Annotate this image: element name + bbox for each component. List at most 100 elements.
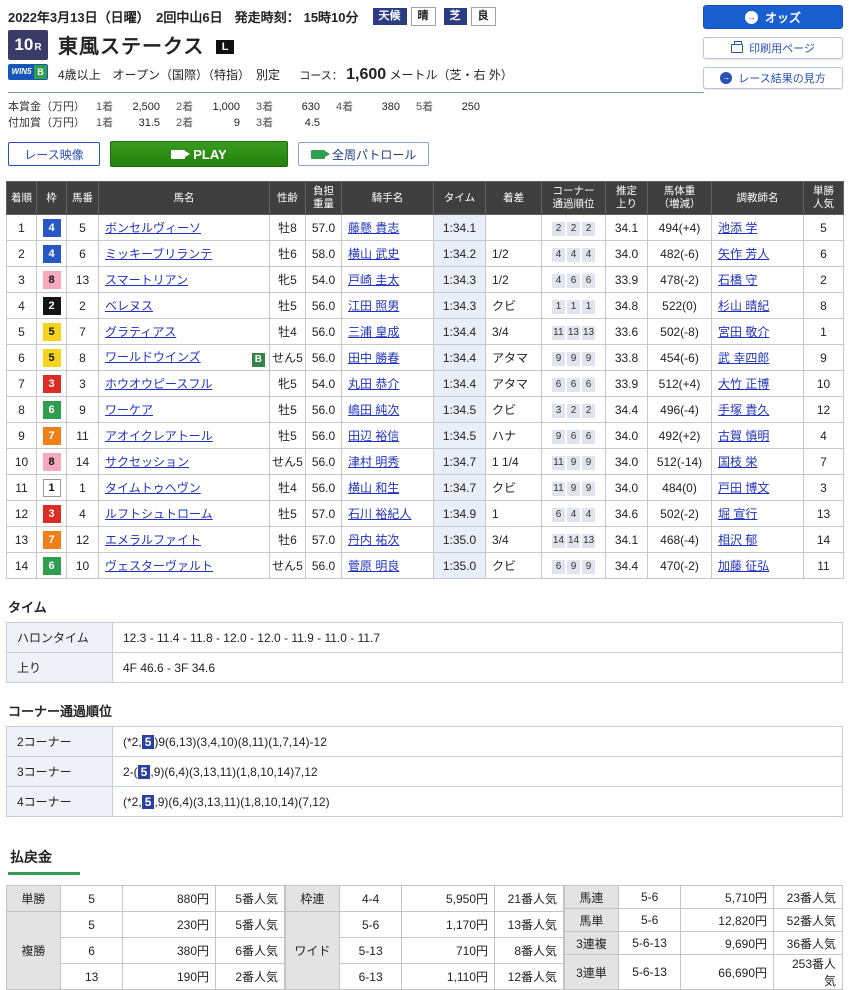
sex-age: 牝5 bbox=[269, 370, 306, 397]
corner-position-chip: 6 bbox=[567, 273, 580, 288]
bracket-cell: 7 bbox=[36, 422, 67, 449]
prize-amount: 4.5 bbox=[304, 117, 320, 129]
last-3f: 34.1 bbox=[605, 526, 648, 553]
horse-number: 8 bbox=[66, 344, 99, 371]
jockey-cell: 田辺 裕信 bbox=[341, 422, 434, 449]
payout-row: 複勝 5 230円 5番人気 bbox=[6, 911, 285, 990]
payout-popularity: 253番人気 bbox=[773, 954, 843, 990]
payout-combination: 5-6-13 bbox=[617, 954, 682, 990]
corner-positions: 666 bbox=[541, 370, 606, 397]
trainer-link[interactable]: 戸田 博文 bbox=[718, 481, 769, 495]
margin: クビ bbox=[485, 292, 542, 319]
trainer-link[interactable]: 国枝 栄 bbox=[718, 455, 757, 469]
trainer-link[interactable]: 大竹 正博 bbox=[718, 377, 769, 391]
column-header-text: 人気 bbox=[813, 198, 834, 210]
jockey-link[interactable]: 田辺 裕信 bbox=[348, 429, 399, 443]
payout-combination: 5-6 bbox=[617, 908, 682, 932]
horse-name-link[interactable]: ワーケア bbox=[105, 403, 153, 417]
column-header-text: 騎手名 bbox=[371, 191, 404, 204]
jockey-link[interactable]: 横山 和生 bbox=[348, 481, 399, 495]
horse-name-link[interactable]: タイムトゥヘヴン bbox=[105, 481, 201, 495]
trainer-link[interactable]: 加藤 征弘 bbox=[718, 559, 769, 573]
result-guide-button[interactable]: → レース結果の見方 bbox=[703, 67, 843, 89]
play-button[interactable]: PLAY bbox=[110, 141, 288, 167]
corner-positions: 966 bbox=[541, 422, 606, 449]
jockey-link[interactable]: 嶋田 純次 bbox=[348, 403, 399, 417]
bracket-cell: 3 bbox=[36, 500, 67, 527]
trainer-link[interactable]: 手塚 貴久 bbox=[718, 403, 769, 417]
jockey-link[interactable]: 三浦 皇成 bbox=[348, 325, 399, 339]
bracket-badge: 2 bbox=[42, 296, 61, 315]
finish-time: 1:34.3 bbox=[433, 266, 486, 293]
trainer-link[interactable]: 池添 学 bbox=[718, 221, 757, 235]
horse-name-link[interactable]: ワールドウインズ bbox=[105, 350, 201, 364]
horse-number: 4 bbox=[66, 500, 99, 527]
jockey-link[interactable]: 石川 裕紀人 bbox=[348, 507, 411, 521]
prize-place-label: 3着 bbox=[256, 117, 274, 129]
column-header: 着順 bbox=[6, 181, 37, 215]
jockey-link[interactable]: 田中 勝春 bbox=[348, 351, 399, 365]
jockey-link[interactable]: 丹内 祐次 bbox=[348, 533, 399, 547]
horse-name-link[interactable]: グラティアス bbox=[105, 325, 176, 339]
prize-row-label: 付加賞（万円） bbox=[8, 117, 85, 129]
jockey-link[interactable]: 藤懸 貴志 bbox=[348, 221, 399, 235]
horse-name-link[interactable]: ミッキーブリランテ bbox=[105, 247, 212, 261]
jockey-link[interactable]: 江田 照男 bbox=[348, 299, 399, 313]
payout-amount: 5,710円 bbox=[680, 885, 775, 909]
jockey-link[interactable]: 丸田 恭介 bbox=[348, 377, 399, 391]
win-popularity: 1 bbox=[803, 318, 844, 345]
trainer-link[interactable]: 古賀 慎明 bbox=[718, 429, 769, 443]
win-popularity: 12 bbox=[803, 396, 844, 423]
last-3f: 33.9 bbox=[605, 266, 648, 293]
trainer-link[interactable]: 堀 宣行 bbox=[718, 507, 757, 521]
print-page-button[interactable]: 印刷用ページ bbox=[703, 37, 843, 59]
odds-button-label: オッズ bbox=[764, 10, 801, 25]
jockey-link[interactable]: 菅原 明良 bbox=[348, 559, 399, 573]
jockey-cell: 戸崎 圭太 bbox=[341, 266, 434, 293]
corner-position-chip: 9 bbox=[582, 481, 595, 496]
margin: アタマ bbox=[485, 344, 542, 371]
win5-logo: WIN5 B bbox=[8, 64, 48, 80]
horse-number: 2 bbox=[66, 292, 99, 319]
jockey-cell: 菅原 明良 bbox=[341, 552, 434, 579]
horse-name-link[interactable]: サクセッション bbox=[105, 455, 189, 469]
odds-button[interactable]: → オッズ bbox=[703, 5, 843, 29]
trainer-link[interactable]: 杉山 晴紀 bbox=[718, 299, 769, 313]
trainer-cell: 相沢 郁 bbox=[711, 526, 804, 553]
start-time-label: 発走時刻： bbox=[234, 10, 300, 25]
corner-position-chip: 4 bbox=[582, 507, 595, 522]
finish-time: 1:35.0 bbox=[433, 552, 486, 579]
horse-name-link[interactable]: ヴェスターヴァルト bbox=[105, 559, 213, 573]
payout-combination: 13 bbox=[59, 963, 124, 990]
horse-number: 1 bbox=[66, 474, 99, 501]
column-header: 騎手名 bbox=[341, 181, 434, 215]
lap-row-label: 上り bbox=[6, 652, 113, 683]
result-row: 11 1 1 タイムトゥヘヴン 牡4 56.0 横山 和生 1:34.7 クビ 11 9 9 34.0 4… bbox=[6, 474, 844, 501]
patrol-video-button[interactable]: 全周パトロール bbox=[298, 142, 430, 166]
horse-name-link[interactable]: スマートリアン bbox=[105, 273, 188, 287]
horse-name-link[interactable]: ホウオウピースフル bbox=[105, 377, 212, 391]
prize-amount: 380 bbox=[381, 101, 400, 113]
margin: クビ bbox=[485, 552, 542, 579]
jockey-link[interactable]: 横山 武史 bbox=[348, 247, 399, 261]
win5-text: WIN5 bbox=[9, 65, 34, 79]
finish-time: 1:34.7 bbox=[433, 448, 486, 475]
trainer-link[interactable]: 宮田 敬介 bbox=[718, 325, 769, 339]
column-header-text: 重量 bbox=[313, 198, 334, 210]
finish-position: 11 bbox=[6, 474, 37, 501]
trainer-link[interactable]: 武 幸四郎 bbox=[718, 351, 769, 365]
horse-name-link[interactable]: エメラルファイト bbox=[105, 533, 201, 547]
race-video-button[interactable]: レース映像 bbox=[8, 142, 100, 166]
payout-row: 馬連 5-6 5,710円 23番人気 bbox=[564, 885, 843, 909]
margin bbox=[485, 214, 542, 241]
horse-name-link[interactable]: ベレヌス bbox=[105, 299, 153, 313]
jockey-link[interactable]: 津村 明秀 bbox=[348, 455, 399, 469]
trainer-link[interactable]: 矢作 芳人 bbox=[718, 247, 769, 261]
jockey-link[interactable]: 戸崎 圭太 bbox=[348, 273, 399, 287]
corner-order-text: (*2, bbox=[123, 734, 142, 749]
horse-name-link[interactable]: ボンセルヴィーソ bbox=[105, 221, 201, 235]
trainer-link[interactable]: 相沢 郁 bbox=[718, 533, 757, 547]
horse-name-link[interactable]: ルフトシュトローム bbox=[105, 507, 213, 521]
horse-name-link[interactable]: アオイクレアトール bbox=[105, 429, 213, 443]
trainer-link[interactable]: 石橋 守 bbox=[718, 273, 757, 287]
